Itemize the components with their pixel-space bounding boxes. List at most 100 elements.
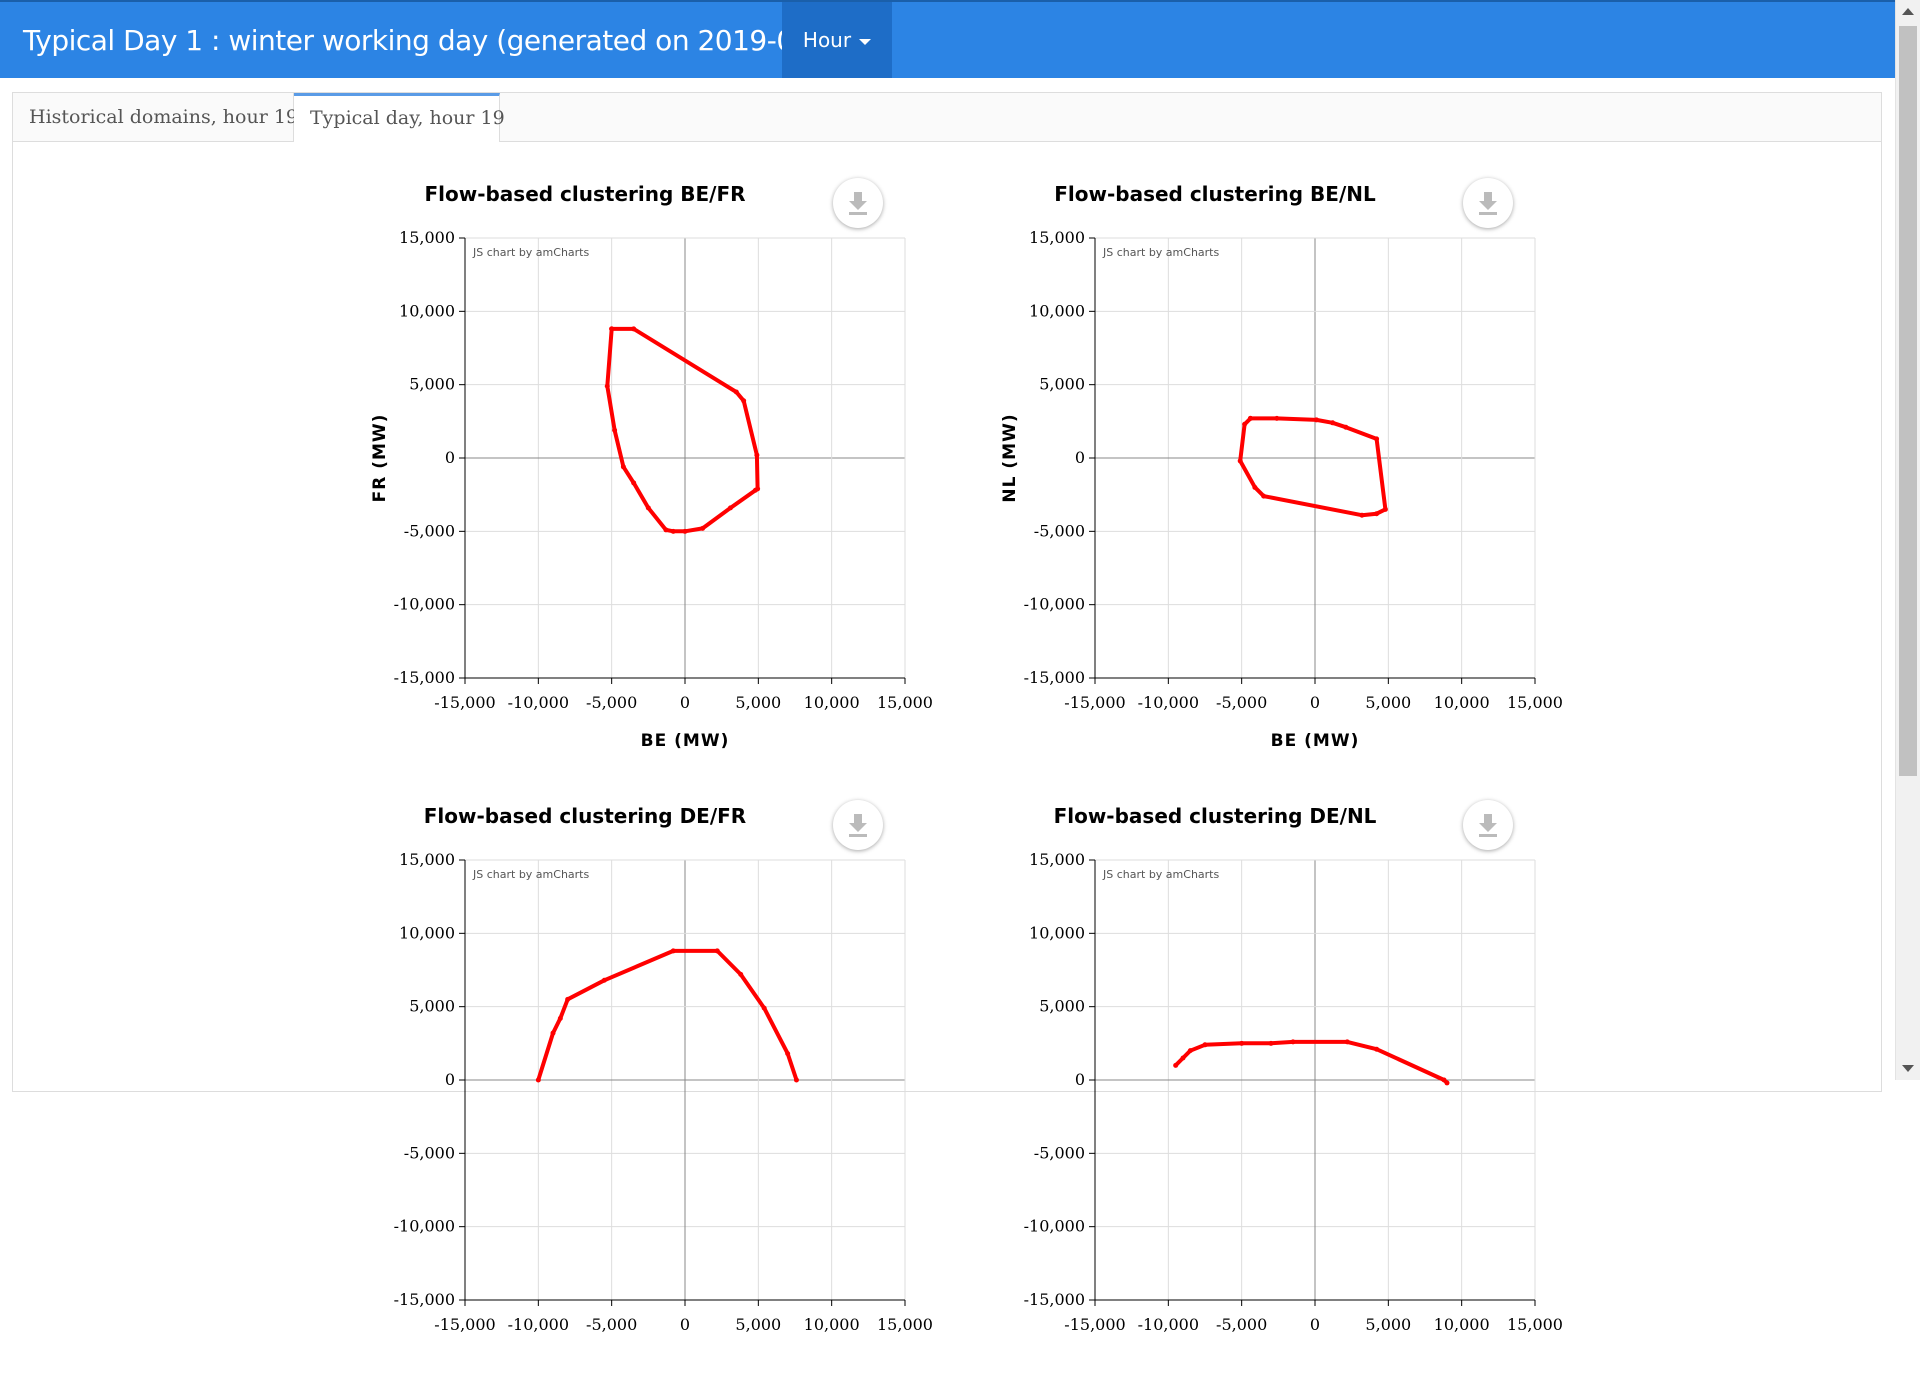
series-line: [1238, 416, 1388, 518]
data-point: [1237, 458, 1243, 464]
y-tick-label: 5,000: [1039, 375, 1085, 394]
data-point: [663, 527, 669, 533]
y-tick-label: -5,000: [404, 521, 455, 540]
x-tick-label: -5,000: [1216, 1315, 1267, 1334]
data-point: [1374, 1046, 1380, 1052]
x-tick-label: -10,000: [508, 693, 569, 712]
data-point: [645, 505, 651, 511]
amcharts-credit: JS chart by amCharts: [472, 246, 589, 259]
data-point: [620, 464, 626, 470]
x-tick-label: 10,000: [804, 1315, 860, 1334]
data-point: [1268, 1040, 1274, 1046]
data-point: [700, 525, 706, 531]
x-tick-label: 15,000: [1507, 693, 1563, 712]
tab-typical-day[interactable]: Typical day, hour 19: [294, 93, 505, 142]
data-point: [1382, 506, 1388, 512]
y-tick-label: 5,000: [409, 375, 455, 394]
x-tick-label: 0: [1310, 1315, 1320, 1334]
y-tick-label: -10,000: [394, 1217, 455, 1236]
x-tick-label: 10,000: [1434, 693, 1490, 712]
x-tick-label: -15,000: [1064, 693, 1125, 712]
x-tick-label: 0: [680, 1315, 690, 1334]
y-tick-label: -10,000: [1024, 595, 1085, 614]
data-point: [670, 948, 676, 954]
vertical-scrollbar[interactable]: [1895, 0, 1920, 1080]
data-point: [550, 1030, 556, 1036]
chart-de-nl: Flow-based clustering DE/NL -15,000 -10,0…: [935, 800, 1563, 1400]
y-tick-label: -5,000: [1034, 1143, 1085, 1162]
y-tick-label: -10,000: [394, 595, 455, 614]
x-tick-label: 5,000: [735, 1315, 781, 1334]
data-point: [565, 996, 571, 1002]
y-tick-label: -15,000: [1024, 1290, 1085, 1309]
x-axis-title: BE (MW): [641, 731, 730, 751]
x-tick-label: -10,000: [1138, 1315, 1199, 1334]
amcharts-credit: JS chart by amCharts: [1102, 246, 1219, 259]
data-point: [741, 398, 747, 404]
x-tick-label: 15,000: [877, 693, 933, 712]
x-tick-label: -15,000: [434, 693, 495, 712]
caret-down-icon: [859, 38, 872, 45]
y-tick-label: 10,000: [1029, 301, 1085, 320]
y-tick-label: 15,000: [399, 850, 455, 869]
data-point: [1261, 493, 1267, 499]
hour-menu-dropdown[interactable]: Hour: [782, 2, 892, 78]
data-point: [1242, 421, 1248, 427]
x-tick-label: 10,000: [1434, 1315, 1490, 1334]
series-line: [536, 948, 799, 1081]
y-axis-title: NL (MW): [1000, 413, 1020, 502]
data-point: [793, 1077, 799, 1083]
data-point: [631, 326, 637, 332]
scrollbar-thumb[interactable]: [1899, 26, 1917, 776]
amcharts-credit: JS chart by amCharts: [472, 868, 589, 881]
data-point: [761, 1005, 767, 1011]
y-tick-label: 15,000: [1029, 228, 1085, 247]
data-point: [727, 505, 733, 511]
data-point: [1173, 1062, 1179, 1068]
x-tick-label: 5,000: [1365, 693, 1411, 712]
y-tick-label: 15,000: [399, 228, 455, 247]
data-point: [557, 1015, 563, 1021]
x-tick-label: 0: [1310, 693, 1320, 712]
plot-area: -15,000 -10,000 -5,000 0 5,000 10,000 15,000 15…: [394, 850, 933, 1334]
tab-bar: Historical domains, hour 19 Typical day,…: [13, 93, 1881, 142]
y-tick-label: -15,000: [394, 668, 455, 687]
data-point: [1374, 511, 1380, 517]
chart-be-nl: Flow-based clustering BE/NL -15,000 -10,0…: [935, 178, 1563, 778]
data-point: [1252, 484, 1258, 490]
data-point: [1330, 420, 1336, 426]
y-tick-label: -5,000: [1034, 521, 1085, 540]
data-point: [1374, 436, 1380, 442]
top-navbar: Typical Day 1 : winter working day (gene…: [0, 0, 1896, 78]
y-tick-label: 5,000: [1039, 997, 1085, 1016]
y-axis-title: FR (MW): [370, 414, 390, 503]
x-tick-label: 10,000: [804, 693, 860, 712]
x-axis-title: BE (MW): [1271, 731, 1360, 751]
data-point: [752, 487, 758, 493]
y-tick-label: -10,000: [1024, 1217, 1085, 1236]
data-point: [609, 326, 615, 332]
tab-historical-domains[interactable]: Historical domains, hour 19: [13, 93, 298, 141]
page-title: Typical Day 1 : winter working day (gene…: [23, 24, 866, 57]
data-point: [1444, 1080, 1450, 1086]
plot-area: -15,000 -10,000 -5,000 0 5,000 10,000 15,000 15…: [1000, 228, 1563, 751]
chart-de-fr: Flow-based clustering DE/FR -15,000 -10,0…: [305, 800, 933, 1400]
scroll-up-arrow-icon[interactable]: [1902, 8, 1914, 15]
scroll-down-arrow-icon[interactable]: [1902, 1065, 1914, 1072]
data-point: [714, 948, 720, 954]
x-tick-label: -5,000: [1216, 693, 1267, 712]
data-point: [738, 971, 744, 977]
x-tick-label: 0: [680, 693, 690, 712]
plot-area: -15,000 -10,000 -5,000 0 5,000 10,000 15,000 15…: [1024, 850, 1563, 1334]
data-point: [754, 452, 760, 458]
y-tick-label: 5,000: [409, 997, 455, 1016]
data-point: [631, 480, 637, 486]
x-tick-label: -10,000: [508, 1315, 569, 1334]
data-point: [601, 977, 607, 983]
data-point: [1359, 512, 1365, 518]
x-tick-label: 15,000: [1507, 1315, 1563, 1334]
x-tick-label: -5,000: [586, 693, 637, 712]
y-tick-label: 0: [445, 448, 455, 467]
x-tick-label: 5,000: [735, 693, 781, 712]
data-point: [1313, 417, 1319, 423]
